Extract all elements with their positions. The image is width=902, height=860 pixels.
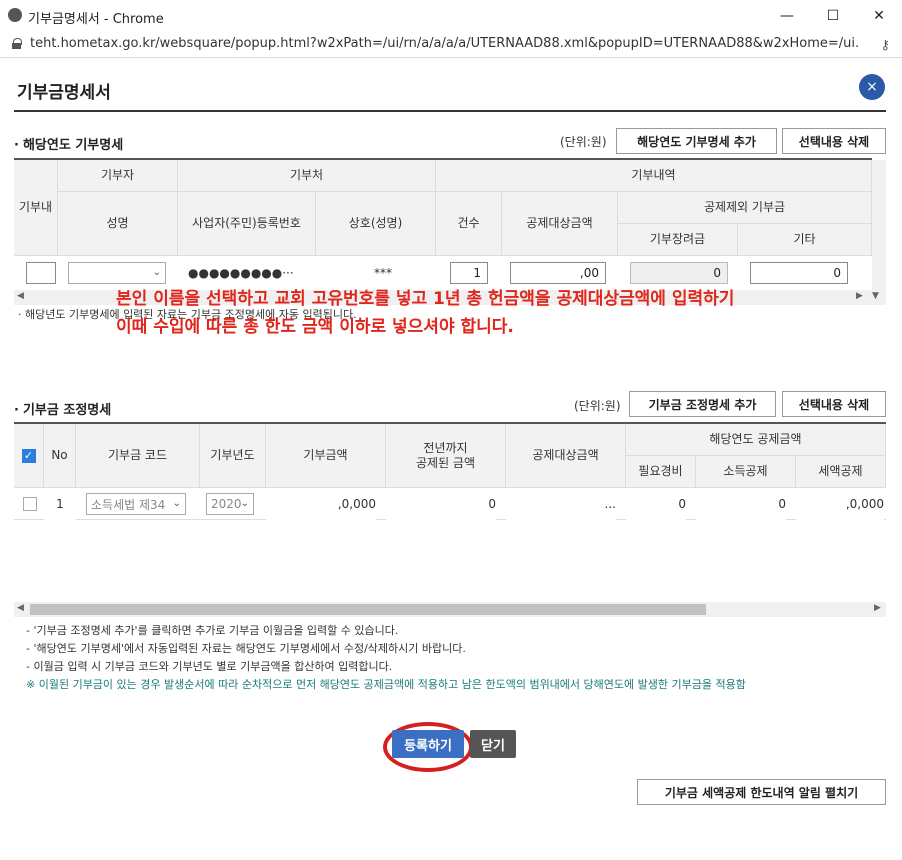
note-3: - 이월금 입력 시 기부금 코드와 기부년도 별로 기부금액을 합산하여 입력… xyxy=(26,660,393,673)
window-titlebar: 기부금명세서 - Chrome — ☐ ✕ xyxy=(0,0,902,32)
year-value: 2020 xyxy=(211,497,242,511)
income-ded-value: 0 xyxy=(696,488,786,520)
header-prev-deducted: 전년까지 공제된 금액 xyxy=(386,424,506,488)
note-2: - '해당연도 기부명세'에서 자동입력된 자료는 해당연도 기부명세에서 수정… xyxy=(26,642,466,655)
company-value: *** xyxy=(374,262,434,284)
header-code: 기부금 코드 xyxy=(76,424,200,488)
close-icon[interactable]: × xyxy=(859,74,885,100)
lock-icon xyxy=(12,38,22,49)
header-name: 성명 xyxy=(58,192,178,256)
expenses-value: 0 xyxy=(626,488,686,520)
annotation-line1: 본인 이름을 선택하고 교회 고유번호를 넣고 1년 총 헌금액을 공제대상금액… xyxy=(116,289,735,309)
chevron-down-icon: ⌄ xyxy=(172,498,181,509)
tax-credit-value: ,0,000 xyxy=(796,488,884,520)
deductible-amount-input[interactable]: ,00 xyxy=(510,262,606,284)
scroll-thumb[interactable] xyxy=(30,604,706,615)
chevron-down-icon: ⌄ xyxy=(240,498,249,509)
select-all-checkbox[interactable]: ✓ xyxy=(21,448,36,463)
address-bar[interactable]: teht.hometax.go.kr/websquare/popup.html?… xyxy=(0,32,902,58)
scroll-right-icon[interactable]: ▶ xyxy=(874,603,881,613)
section1-title: 해당연도 기부명세 xyxy=(14,134,123,153)
add-donation-button[interactable]: 해당연도 기부명세 추가 xyxy=(616,128,777,154)
header-current: 해당연도 공제금액 xyxy=(626,424,886,456)
header-expenses: 필요경비 xyxy=(626,456,696,488)
header-donor: 기부자 xyxy=(58,160,178,192)
annotation-line2: 이때 수입에 따른 총 한도 금액 이하로 넣으셔야 합니다. xyxy=(116,317,514,337)
count-input[interactable]: 1 xyxy=(450,262,488,284)
code-value: 소득세법 제34 xyxy=(91,497,166,512)
header-year: 기부년도 xyxy=(200,424,266,488)
header-other: 기타 xyxy=(738,224,872,256)
header-tax-credit: 세액공제 xyxy=(796,456,886,488)
code-select[interactable]: 소득세법 제34 ⌄ xyxy=(86,493,186,515)
donation-type-input[interactable] xyxy=(26,262,56,284)
popup-title: 기부금명세서 xyxy=(17,83,111,103)
scroll-right-icon[interactable]: ▶ xyxy=(856,291,863,301)
note-1: - '기부금 조정명세 추가'를 클릭하면 추가로 기부금 이월금을 입력할 수… xyxy=(26,624,399,637)
scroll-left-icon[interactable]: ◀ xyxy=(17,603,24,613)
scroll-left-icon[interactable]: ◀ xyxy=(17,291,24,301)
add-adjustment-button[interactable]: 기부금 조정명세 추가 xyxy=(629,391,776,417)
row-checkbox[interactable] xyxy=(23,497,37,511)
minimize-button[interactable]: — xyxy=(764,0,810,32)
row-no: 1 xyxy=(44,488,76,520)
delete-selected-button-2[interactable]: 선택내용 삭제 xyxy=(782,391,886,417)
title-divider xyxy=(14,110,886,112)
key-icon[interactable]: ⚷ xyxy=(880,38,890,53)
notice-text: ※ 이월된 기부금이 있는 경우 발생순서에 따라 순차적으로 먼저 해당연도 … xyxy=(26,678,746,691)
scroll-down-icon[interactable]: ▼ xyxy=(872,291,879,301)
delete-selected-button[interactable]: 선택내용 삭제 xyxy=(782,128,886,154)
header-deductible: 공제대상금액 xyxy=(502,192,618,256)
other-amount-input[interactable]: 0 xyxy=(750,262,848,284)
window-title: 기부금명세서 - Chrome xyxy=(28,12,164,27)
header-amount: 기부금액 xyxy=(266,424,386,488)
register-button[interactable]: 등록하기 xyxy=(392,730,464,758)
deductible-value: ... xyxy=(506,488,616,520)
header-company: 상호(성명) xyxy=(316,192,436,256)
donor-name-select[interactable]: ⌄ xyxy=(68,262,166,284)
section2-title: 기부금 조정명세 xyxy=(14,399,111,418)
close-button[interactable]: 닫기 xyxy=(470,730,516,758)
year-select[interactable]: 2020 ⌄ xyxy=(206,493,254,515)
header-regno: 사업자(주민)등록번호 xyxy=(178,192,316,256)
header-no: No xyxy=(44,424,76,488)
close-window-button[interactable]: ✕ xyxy=(856,0,902,32)
header-details: 기부내역 xyxy=(436,160,872,192)
section1-unit: (단위:원) xyxy=(560,135,607,149)
table-row: 1 소득세법 제34 ⌄ 2020 ⌄ ,0,000 0 ... 0 0 ,0,00… xyxy=(14,488,886,520)
header-donation-type: 기부내 xyxy=(14,160,58,256)
section2-unit: (단위:원) xyxy=(574,399,621,413)
maximize-button[interactable]: ☐ xyxy=(810,0,856,32)
header-recipient: 기부처 xyxy=(178,160,436,192)
header-encouragement: 기부장려금 xyxy=(618,224,738,256)
globe-icon xyxy=(8,8,22,22)
adjustment-table: ✓ No 기부금 코드 기부년도 기부금액 전년까지 공제된 금액 공제대상금액… xyxy=(14,422,886,602)
prev-deducted-value: 0 xyxy=(386,488,496,520)
header-excluded: 공제제외 기부금 xyxy=(618,192,872,224)
header-income-ded: 소득공제 xyxy=(696,456,796,488)
table1-vscroll[interactable] xyxy=(872,160,886,290)
donation-table: 기부내 기부자 기부처 기부내역 성명 사업자(주민)등록번호 상호(성명) 건… xyxy=(14,158,872,288)
url-text: teht.hometax.go.kr/websquare/popup.html?… xyxy=(30,36,860,51)
regno-value: ●●●●●●●●●··· xyxy=(188,262,308,284)
chevron-down-icon: ⌄ xyxy=(152,267,161,278)
amount-value: ,0,000 xyxy=(266,488,376,520)
encouragement-amount-input: 0 xyxy=(630,262,728,284)
header-check: ✓ xyxy=(14,424,44,488)
header-count: 건수 xyxy=(436,192,502,256)
table2-hscroll[interactable]: ◀ ▶ xyxy=(14,602,886,617)
header-deductible-2: 공제대상금액 xyxy=(506,424,626,488)
limit-info-button[interactable]: 기부금 세액공제 한도내역 알림 펼치기 xyxy=(637,779,886,805)
